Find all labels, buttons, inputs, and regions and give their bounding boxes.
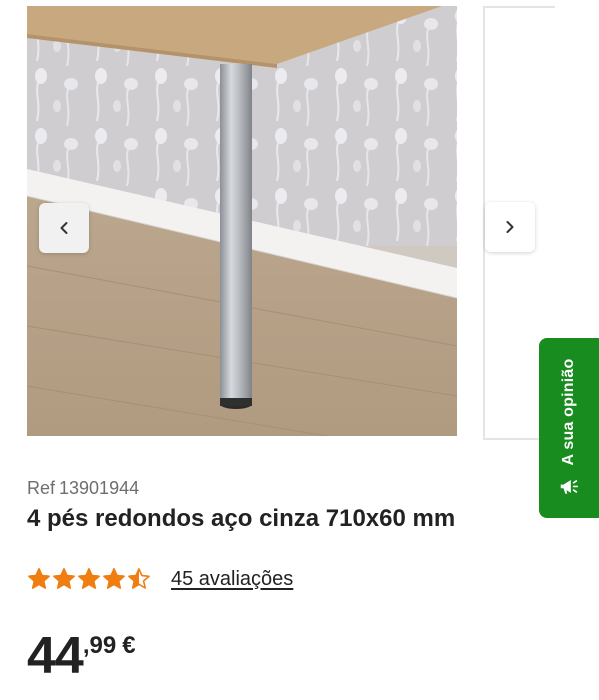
- chevron-left-icon: [60, 222, 68, 234]
- reviews-link[interactable]: 45 avaliações: [171, 568, 293, 591]
- reference-label: Ref: [27, 478, 56, 498]
- reference-number: 13901944: [59, 478, 140, 498]
- product-image-gallery: [0, 0, 599, 440]
- product-reference: Ref 13901944: [27, 478, 143, 499]
- product-photo[interactable]: [27, 6, 457, 436]
- chevron-right-icon: [506, 221, 514, 233]
- megaphone-icon: [560, 480, 579, 494]
- next-image-button[interactable]: [485, 202, 535, 252]
- star-full-icon: [78, 568, 100, 589]
- product-title: 4 pés redondos aço cinza 710x60 mm: [27, 505, 456, 532]
- product-rating: 45 avaliações: [27, 567, 293, 591]
- price-integer: 44: [27, 627, 84, 685]
- feedback-tab[interactable]: A sua opinião: [539, 338, 599, 518]
- feedback-content: A sua opinião: [558, 359, 580, 498]
- star-half-icon: [128, 568, 150, 589]
- star-full-icon: [53, 568, 75, 589]
- price-currency: €: [122, 632, 136, 659]
- previous-image-button[interactable]: [39, 203, 89, 253]
- feedback-label: A sua opinião: [560, 358, 577, 466]
- star-full-icon: [103, 568, 125, 589]
- product-photo-image: [27, 6, 457, 436]
- star-full-icon: [28, 568, 50, 589]
- price-decimal: ,99: [82, 632, 117, 659]
- rating-stars: [27, 567, 151, 591]
- product-price: 44 ,99 €: [27, 630, 136, 682]
